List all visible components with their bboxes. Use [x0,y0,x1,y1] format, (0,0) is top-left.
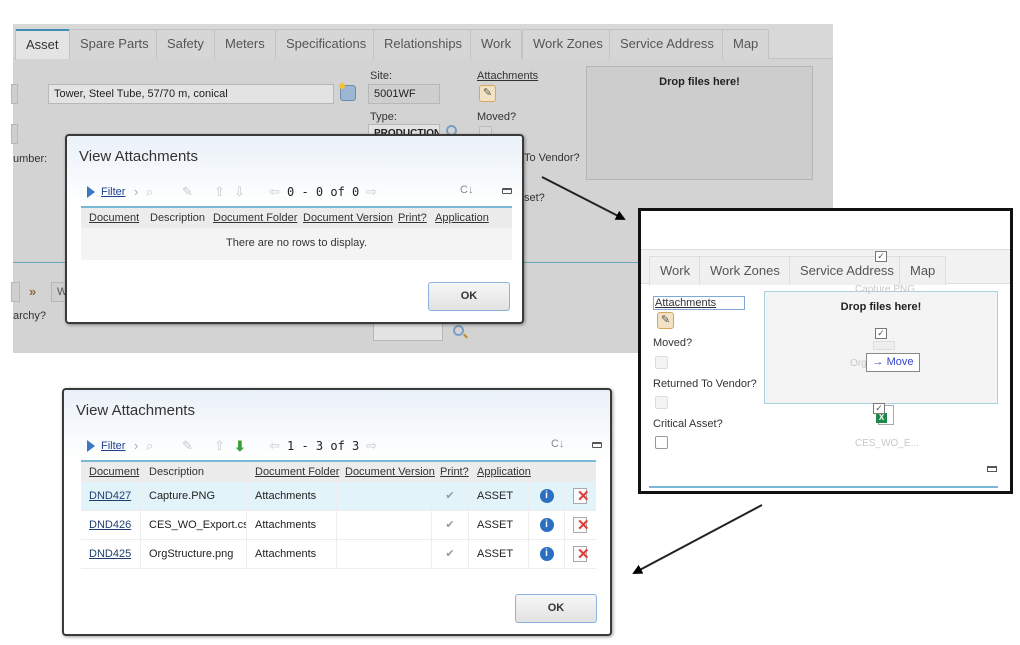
arrow-to-inset [541,176,626,220]
annotation-arrows [541,176,763,574]
arrow-to-result-dialog [632,504,763,574]
